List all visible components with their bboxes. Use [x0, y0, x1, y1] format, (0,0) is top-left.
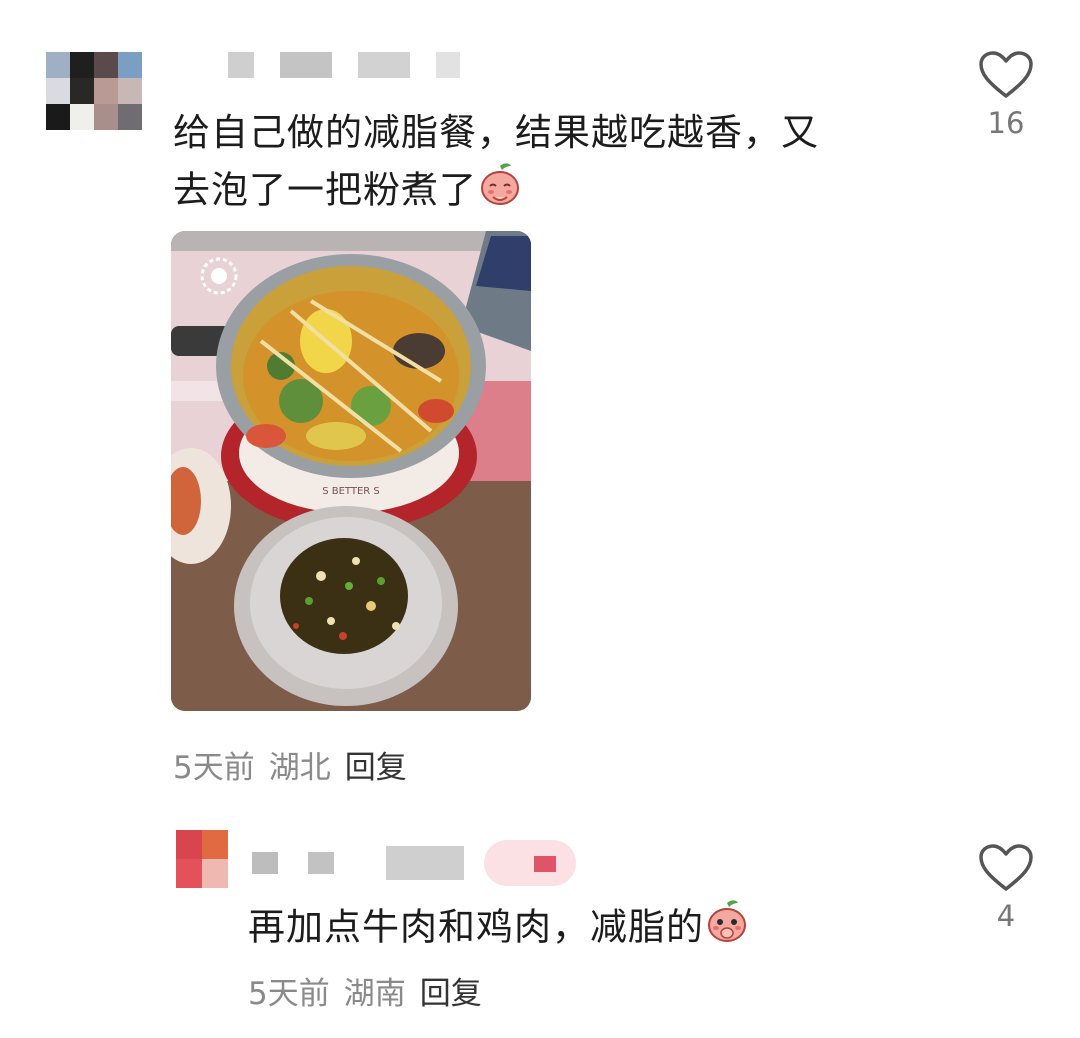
- heart-outline-icon: [979, 844, 1033, 891]
- like-count: 16: [987, 106, 1025, 140]
- comment-image[interactable]: S BETTER S: [171, 231, 531, 711]
- comment-text: 再加点牛肉和鸡肉，减脂的: [248, 898, 750, 960]
- like-count: 4: [996, 899, 1016, 933]
- peach-shy-emoji: [704, 898, 750, 960]
- username-obscured[interactable]: [252, 840, 576, 886]
- comment-text-line: 给自己做的减脂餐，结果越吃越香，又: [173, 111, 819, 154]
- reply-button[interactable]: 回复: [345, 742, 407, 787]
- avatar[interactable]: [176, 830, 228, 888]
- comment-meta: 5天前 湖南 回复: [248, 968, 482, 1013]
- reply-button[interactable]: 回复: [420, 968, 482, 1013]
- comment-text-line: 去泡了一把粉煮了: [173, 161, 819, 223]
- comment-time: 5天前: [173, 750, 255, 786]
- comment-location: 湖南: [343, 976, 406, 1012]
- comment-meta: 5天前 湖北 回复: [173, 742, 407, 787]
- like-button[interactable]: 16: [975, 50, 1037, 140]
- comment-time: 5天前: [248, 976, 330, 1012]
- like-button[interactable]: 4: [975, 843, 1037, 933]
- peach-smile-emoji: [477, 161, 523, 223]
- username-obscured[interactable]: [228, 52, 460, 78]
- svg-text:S BETTER S: S BETTER S: [322, 486, 380, 497]
- heart-outline-icon: [979, 51, 1033, 98]
- comment-text: 给自己做的减脂餐，结果越吃越香，又 去泡了一把粉煮了: [173, 104, 819, 223]
- avatar[interactable]: [46, 52, 142, 130]
- comment-location: 湖北: [268, 750, 331, 786]
